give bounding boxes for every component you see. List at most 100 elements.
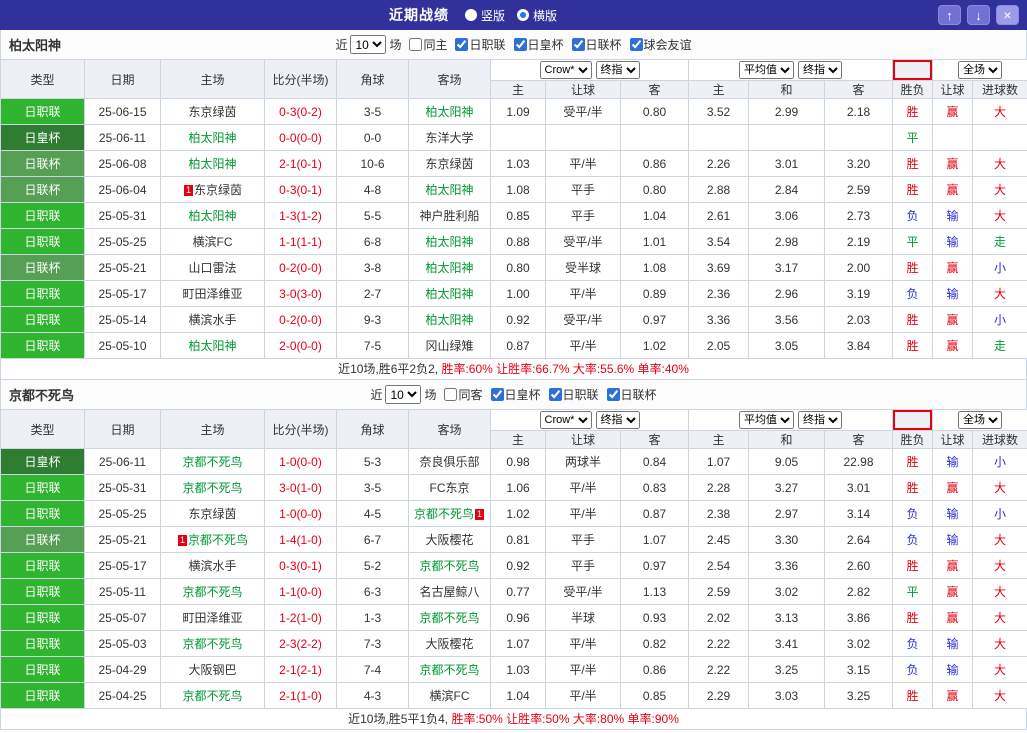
- away-team-cell[interactable]: 横滨FC: [408, 682, 491, 709]
- filter-checkbox-3[interactable]: 日皇杯: [513, 36, 564, 53]
- score-cell[interactable]: 1-0(0-0): [264, 500, 337, 527]
- score-cell[interactable]: 0-3(0-1): [264, 176, 337, 203]
- checkbox-input[interactable]: [548, 388, 562, 401]
- home-team-cell[interactable]: 京都不死鸟: [160, 448, 265, 475]
- score-cell[interactable]: 0-3(0-1): [264, 552, 337, 579]
- score-cell[interactable]: 1-0(0-0): [264, 448, 337, 475]
- match-count-select[interactable]: 10: [385, 385, 422, 404]
- home-team-cell[interactable]: 柏太阳神: [160, 150, 265, 177]
- score-cell[interactable]: 1-2(1-0): [264, 604, 337, 631]
- away-team-cell[interactable]: 京都不死鸟: [408, 656, 491, 683]
- away-team-cell[interactable]: 名古屋鲸八: [408, 578, 491, 605]
- score-cell[interactable]: 2-1(1-0): [264, 682, 337, 709]
- home-team-cell[interactable]: 町田泽维亚: [160, 280, 265, 307]
- away-team-cell[interactable]: 柏太阳神: [408, 176, 491, 203]
- score-cell[interactable]: 1-1(1-1): [264, 228, 337, 255]
- score-cell[interactable]: 3-0(1-0): [264, 474, 337, 501]
- away-team-cell[interactable]: 京都不死鸟 1: [408, 500, 491, 527]
- home-team-cell[interactable]: 京都不死鸟: [160, 578, 265, 605]
- close-button[interactable]: ×: [996, 5, 1019, 25]
- score-cell[interactable]: 0-0(0-0): [264, 124, 337, 151]
- league-cell: 日职联: [0, 306, 85, 333]
- home-team-cell[interactable]: 町田泽维亚: [160, 604, 265, 631]
- home-team-cell[interactable]: 横滨水手: [160, 552, 265, 579]
- avg-source-select[interactable]: 平均值: [739, 61, 794, 79]
- away-team-cell[interactable]: 柏太阳神: [408, 306, 491, 333]
- filter-checkbox-2[interactable]: 日职联: [455, 36, 506, 53]
- away-team-cell[interactable]: 京都不死鸟: [408, 552, 491, 579]
- away-team-cell[interactable]: 奈良俱乐部: [408, 448, 491, 475]
- away-team-cell[interactable]: 大阪樱花: [408, 630, 491, 657]
- home-team-cell[interactable]: 东京绿茵: [160, 500, 265, 527]
- score-cell[interactable]: 0-2(0-0): [264, 306, 337, 333]
- odds-cell: 0.85: [490, 202, 546, 229]
- odds-time-select[interactable]: 终指: [595, 411, 640, 429]
- home-team-cell[interactable]: 柏太阳神: [160, 124, 265, 151]
- filter-checkbox-1[interactable]: 同客: [444, 386, 483, 403]
- odds-source-select[interactable]: Crow*: [539, 61, 592, 79]
- odds-cell: 平手: [545, 176, 621, 203]
- layout-radio-vertical[interactable]: 竖版: [464, 7, 505, 24]
- down-button[interactable]: ↓: [967, 5, 990, 25]
- away-team-cell[interactable]: 京都不死鸟: [408, 604, 491, 631]
- filter-checkbox-3[interactable]: 日职联: [548, 386, 599, 403]
- odds-source-select[interactable]: Crow*: [539, 411, 592, 429]
- score-cell[interactable]: 2-1(2-1): [264, 656, 337, 683]
- home-team-cell[interactable]: 京都不死鸟: [160, 630, 265, 657]
- away-team-cell[interactable]: 东洋大学: [408, 124, 491, 151]
- home-team-cell[interactable]: 京都不死鸟: [160, 682, 265, 709]
- score-cell[interactable]: 1-3(1-2): [264, 202, 337, 229]
- score-cell[interactable]: 0-3(0-2): [264, 98, 337, 125]
- home-team-cell[interactable]: 横滨FC: [160, 228, 265, 255]
- layout-radio-horizontal[interactable]: 横版: [517, 7, 557, 24]
- goals-result-cell: 大: [972, 202, 1027, 229]
- scope-select[interactable]: 全场: [958, 61, 1002, 79]
- col-header: 日期: [84, 409, 161, 449]
- match-count-select[interactable]: 10: [350, 35, 387, 54]
- filter-checkbox-4[interactable]: 日联杯: [571, 36, 622, 53]
- checkbox-input[interactable]: [444, 388, 458, 401]
- away-team-cell[interactable]: 神户胜利船: [408, 202, 491, 229]
- filter-checkbox-5[interactable]: 球会友谊: [629, 36, 692, 53]
- checkbox-input[interactable]: [455, 38, 469, 51]
- away-team-cell[interactable]: 冈山绿雉: [408, 332, 491, 359]
- checkbox-input[interactable]: [629, 38, 643, 51]
- avg-time-select[interactable]: 终指: [798, 61, 842, 79]
- home-team-cell[interactable]: 横滨水手: [160, 306, 265, 333]
- filter-checkbox-2[interactable]: 日皇杯: [490, 386, 541, 403]
- score-cell[interactable]: 1-4(1-0): [264, 526, 337, 553]
- scope-select[interactable]: 全场: [958, 411, 1002, 429]
- avg-time-select[interactable]: 终指: [798, 411, 842, 429]
- away-team-cell[interactable]: 柏太阳神: [408, 228, 491, 255]
- away-team-cell[interactable]: 柏太阳神: [408, 98, 491, 125]
- home-team-cell[interactable]: 柏太阳神: [160, 332, 265, 359]
- filter-checkbox-1[interactable]: 同主: [409, 36, 447, 53]
- score-cell[interactable]: 0-2(0-0): [264, 254, 337, 281]
- checkbox-input[interactable]: [513, 38, 527, 51]
- score-cell[interactable]: 3-0(3-0): [264, 280, 337, 307]
- home-team-cell[interactable]: 1 东京绿茵: [160, 176, 265, 203]
- score-cell[interactable]: 2-1(0-1): [264, 150, 337, 177]
- score-cell[interactable]: 2-0(0-0): [264, 332, 337, 359]
- score-cell[interactable]: 2-3(2-2): [264, 630, 337, 657]
- checkbox-input[interactable]: [409, 38, 423, 51]
- home-team-cell[interactable]: 京都不死鸟: [160, 474, 265, 501]
- away-team-cell[interactable]: 东京绿茵: [408, 150, 491, 177]
- away-team-cell[interactable]: FC东京: [408, 474, 491, 501]
- score-cell[interactable]: 1-1(0-0): [264, 578, 337, 605]
- home-team-cell[interactable]: 大阪钢巴: [160, 656, 265, 683]
- odds-time-select[interactable]: 终指: [595, 61, 640, 79]
- avg-source-select[interactable]: 平均值: [739, 411, 794, 429]
- home-team-cell[interactable]: 柏太阳神: [160, 202, 265, 229]
- up-button[interactable]: ↑: [938, 5, 961, 25]
- away-team-cell[interactable]: 大阪樱花: [408, 526, 491, 553]
- checkbox-input[interactable]: [571, 38, 585, 51]
- checkbox-input[interactable]: [490, 388, 504, 401]
- filter-checkbox-4[interactable]: 日联杯: [606, 386, 657, 403]
- away-team-cell[interactable]: 柏太阳神: [408, 254, 491, 281]
- home-team-cell[interactable]: 山口雷法: [160, 254, 265, 281]
- home-team-cell[interactable]: 东京绿茵: [160, 98, 265, 125]
- home-team-cell[interactable]: 1 京都不死鸟: [160, 526, 265, 553]
- checkbox-input[interactable]: [606, 388, 620, 401]
- away-team-cell[interactable]: 柏太阳神: [408, 280, 491, 307]
